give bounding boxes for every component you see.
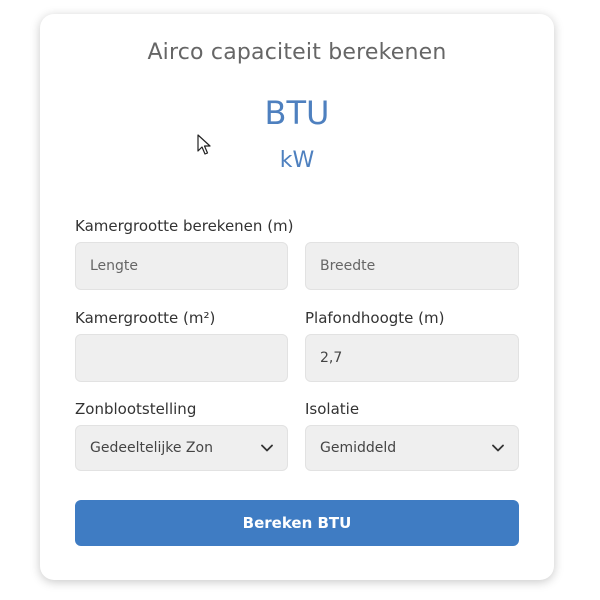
insulation-label: Isolatie (305, 400, 360, 418)
btu-result: BTU (264, 94, 330, 132)
width-input[interactable] (305, 242, 519, 290)
sun-exposure-selected: Gedeeltelijke Zon (90, 440, 213, 456)
insulation-select[interactable]: Gemiddeld (305, 425, 519, 471)
page-title: Airco capaciteit berekenen (147, 40, 447, 65)
ceiling-height-input[interactable] (305, 334, 519, 382)
room-size-label: Kamergrootte berekenen (m) (75, 217, 294, 235)
length-input[interactable] (75, 242, 288, 290)
sun-exposure-label: Zonblootstelling (75, 400, 197, 418)
calculator-card: Airco capaciteit berekenen BTU kW Kamerg… (40, 14, 554, 580)
chevron-down-icon (492, 444, 504, 452)
room-area-label: Kamergrootte (m²) (75, 309, 216, 327)
insulation-selected: Gemiddeld (320, 440, 397, 456)
calculate-btu-button[interactable]: Bereken BTU (75, 500, 519, 546)
kw-result: kW (279, 148, 315, 173)
ceiling-height-label: Plafondhoogte (m) (305, 309, 445, 327)
sun-exposure-select[interactable]: Gedeeltelijke Zon (75, 425, 288, 471)
room-area-input[interactable] (75, 334, 288, 382)
mouse-pointer-icon (197, 134, 211, 155)
chevron-down-icon (261, 444, 273, 452)
